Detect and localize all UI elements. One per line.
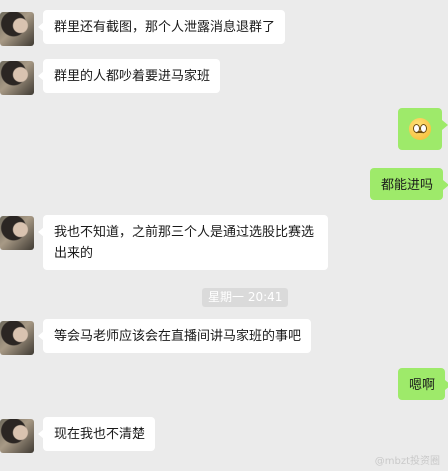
- timestamp-badge: 星期一 20:41: [202, 288, 289, 307]
- message-text: 等会马老师应该会在直播间讲马家班的事吧: [54, 329, 302, 344]
- message-text: 我也不知道，之前那三个人是通过选股比赛选出来的: [54, 225, 315, 261]
- contact-avatar[interactable]: [0, 12, 34, 46]
- message-text: 现在我也不清楚: [54, 427, 146, 442]
- message-text: 都能进吗: [381, 178, 434, 193]
- contact-avatar[interactable]: [0, 321, 34, 355]
- message-text: 群里还有截图，那个人泄露消息退群了: [54, 20, 276, 35]
- message-text: 嗯啊: [409, 378, 436, 393]
- message-text: 群里的人都吵着要进马家班: [54, 69, 211, 84]
- message-bubble[interactable]: 群里还有截图，那个人泄露消息退群了: [37, 10, 286, 44]
- message-bubble[interactable]: [398, 108, 448, 150]
- contact-avatar[interactable]: [0, 61, 34, 95]
- contact-avatar[interactable]: [0, 216, 34, 250]
- shocked-face-emoji-icon: [409, 118, 431, 140]
- contact-avatar[interactable]: [0, 419, 34, 453]
- message-bubble[interactable]: 嗯啊: [398, 368, 448, 400]
- message-bubble[interactable]: 我也不知道，之前那三个人是通过选股比赛选出来的: [38, 215, 328, 270]
- watermark: @mbzt投资圈: [374, 456, 440, 467]
- message-bubble[interactable]: 等会马老师应该会在直播间讲马家班的事吧: [37, 319, 312, 353]
- message-bubble[interactable]: 群里的人都吵着要进马家班: [37, 59, 221, 93]
- message-bubble[interactable]: 都能进吗: [370, 168, 448, 200]
- message-bubble[interactable]: 现在我也不清楚: [37, 417, 156, 451]
